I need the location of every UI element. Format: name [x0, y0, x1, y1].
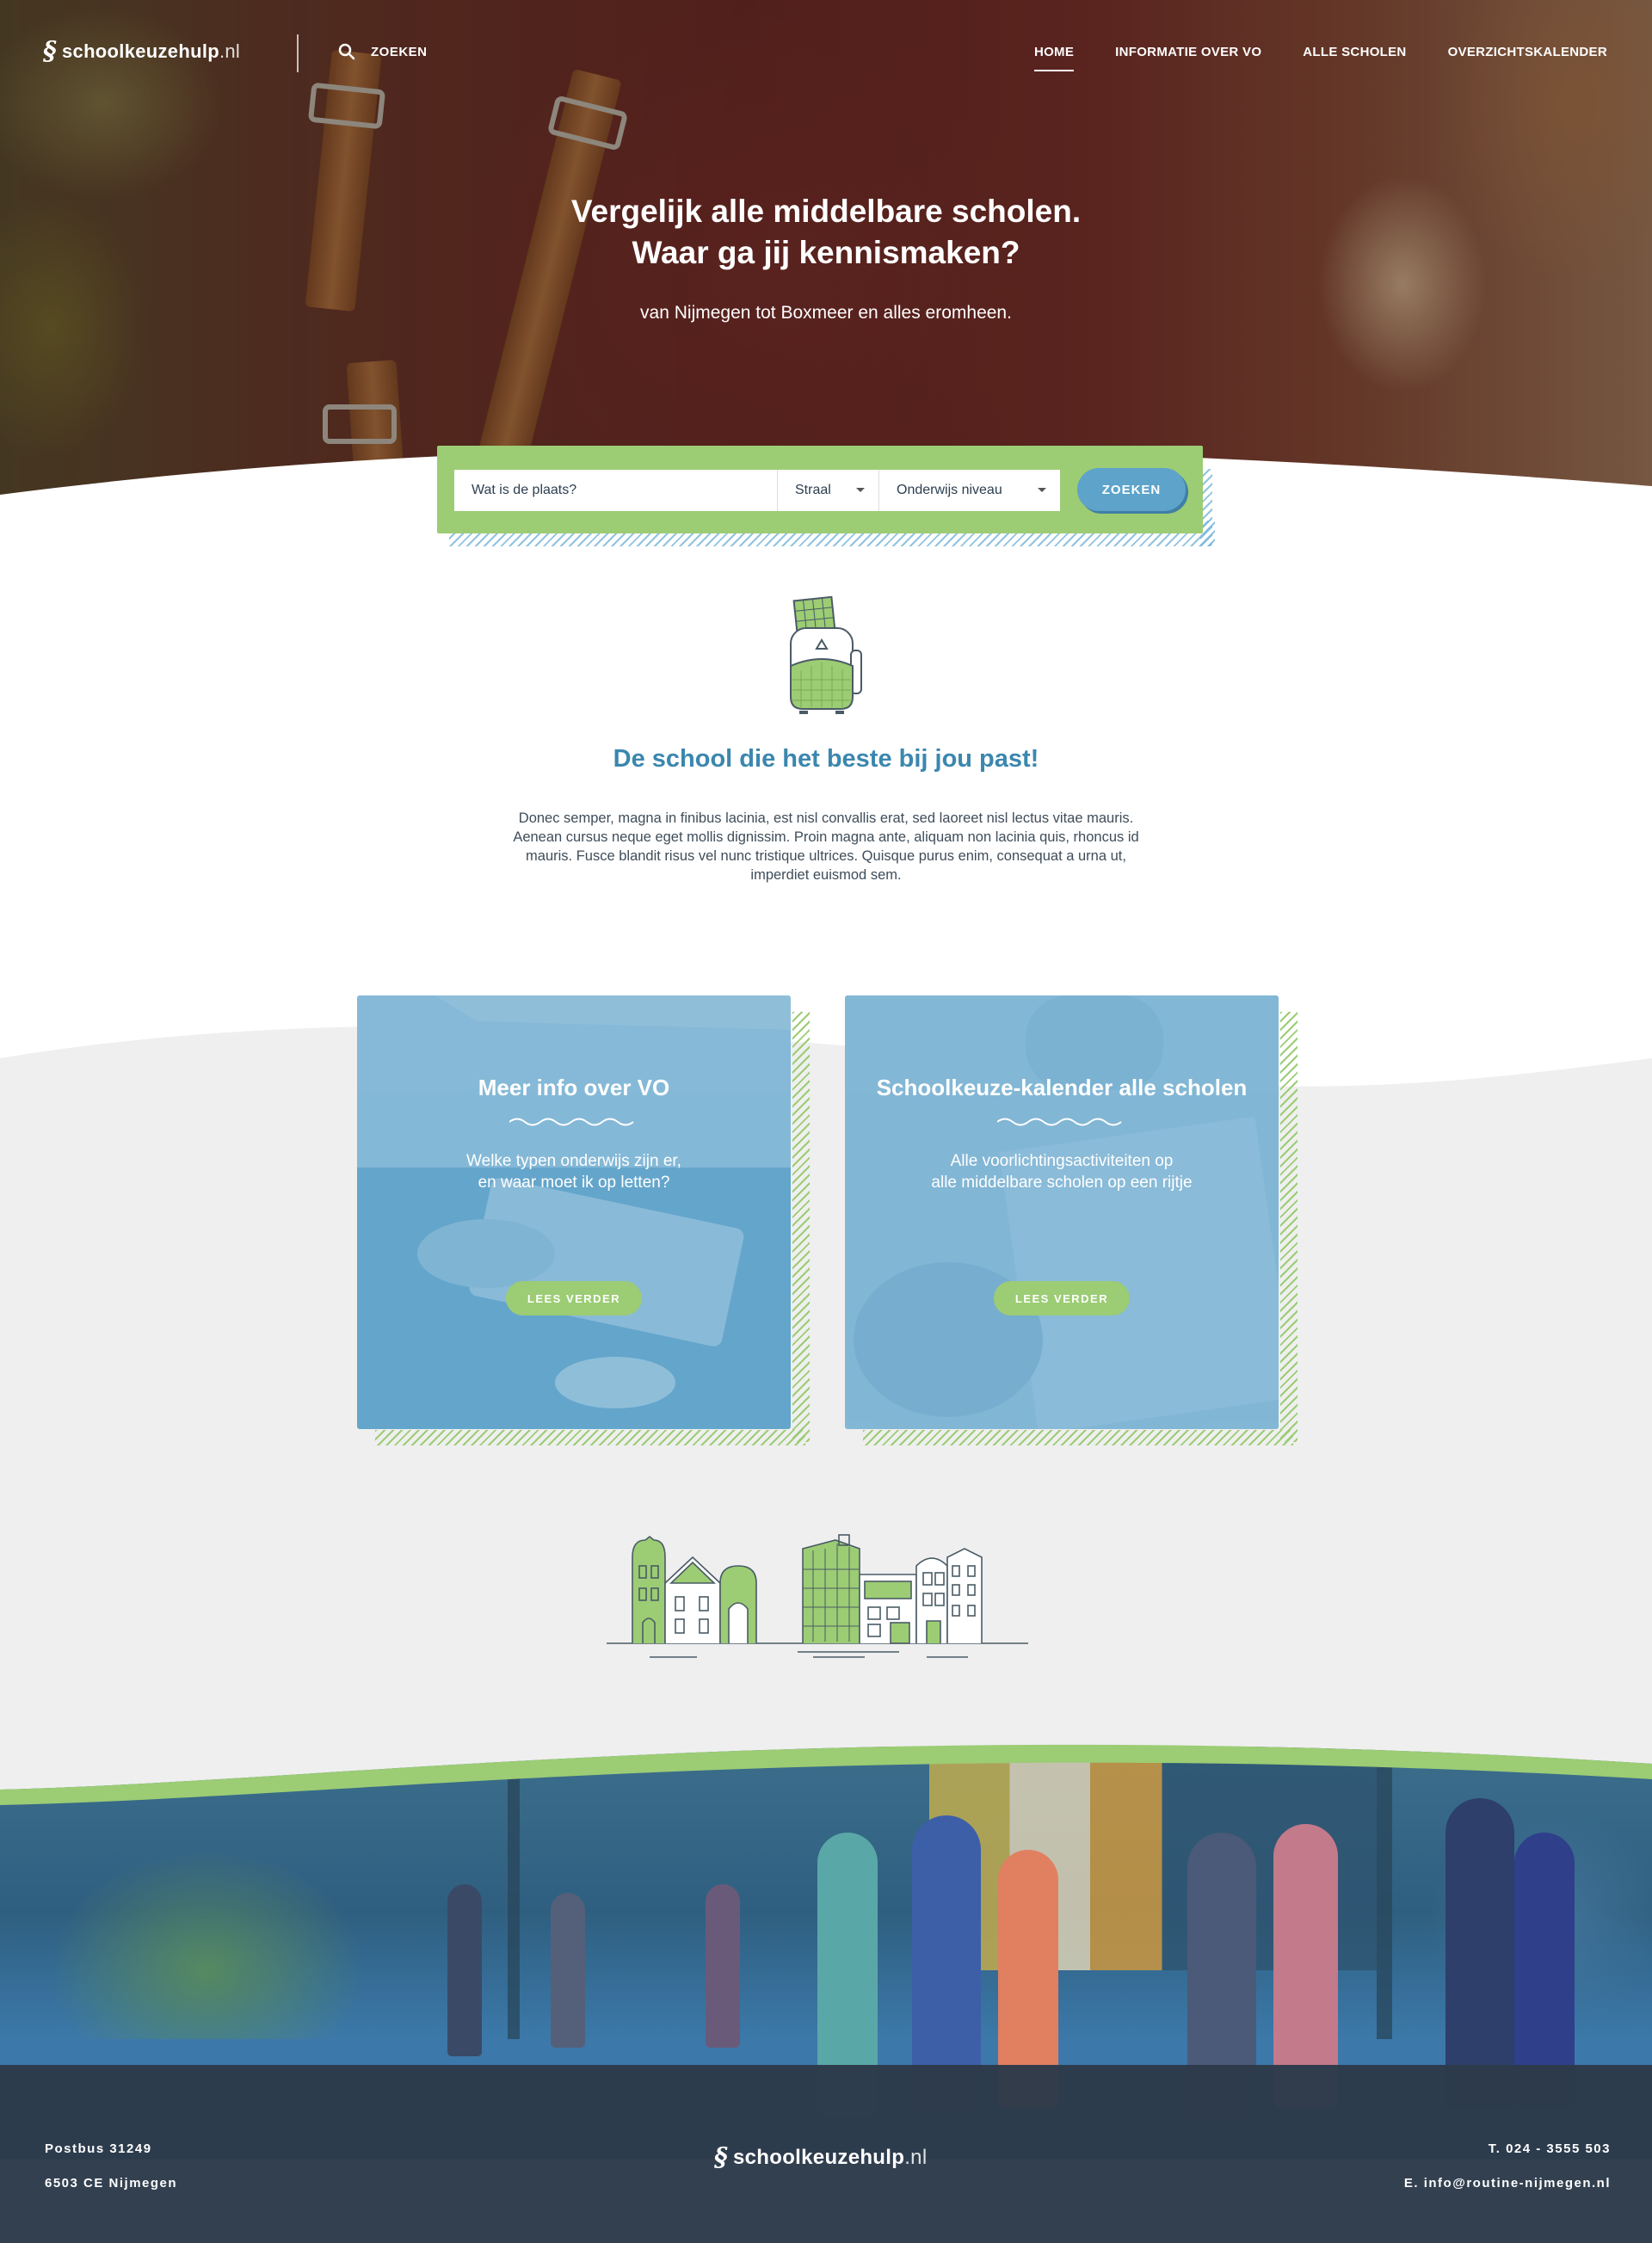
- wave-divider-icon: [997, 1118, 1122, 1126]
- logo-mark-icon: §: [43, 36, 57, 66]
- card-decoration: [1280, 1012, 1298, 1442]
- card-title: Meer info over VO: [478, 1075, 670, 1100]
- keyboard-photo: [357, 995, 791, 1408]
- hero-title: Vergelijk alle middelbare scholen. Waar …: [570, 194, 1082, 270]
- nav-divider: [297, 34, 299, 72]
- nav-link-informatie-over-vo[interactable]: INFORMATIE OVER VO: [1115, 45, 1261, 59]
- search-submit-button[interactable]: ZOEKEN: [1077, 468, 1186, 511]
- info-card-calendar[interactable]: Schoolkeuze-kalender alle scholen Alle v…: [845, 995, 1279, 1429]
- wave-divider-icon: [509, 1118, 634, 1126]
- search-icon: [338, 43, 355, 60]
- card-text: Alle voorlichtingsactiviteiten op alle m…: [931, 1152, 1193, 1192]
- radius-select[interactable]: Straal: [778, 470, 879, 511]
- nav-link-home[interactable]: HOME: [1033, 45, 1075, 71]
- hero-subtitle: van Nijmegen tot Boxmeer en alles eromhe…: [640, 303, 1012, 323]
- backpack-icon: [790, 595, 862, 714]
- footer-phone[interactable]: T. 024 - 3555 503: [1404, 2132, 1611, 2166]
- nav-search-button[interactable]: ZOEKEN: [338, 43, 428, 60]
- photo-wave: [0, 1729, 1652, 1805]
- footer-contact: T. 024 - 3555 503 E. info@routine-nijmeg…: [1404, 2132, 1611, 2201]
- intro-title: De school die het beste bij jou past!: [613, 745, 1039, 773]
- read-more-button[interactable]: LEES VERDER: [505, 1281, 643, 1316]
- main-navigation: HOME INFORMATIE OVER VO ALLE SCHOLEN OVE…: [993, 45, 1607, 71]
- footer-logo[interactable]: § schoolkeuzehulp .nl: [714, 2142, 927, 2172]
- nav-link-overzichtskalender[interactable]: OVERZICHTSKALENDER: [1448, 45, 1607, 59]
- nav-link-alle-scholen[interactable]: ALLE SCHOLEN: [1303, 45, 1406, 59]
- intro-text: Donec semper, magna in finibus lacinia, …: [513, 810, 1139, 883]
- card-text: Welke typen onderwijs zijn er, en waar m…: [466, 1152, 681, 1192]
- card-title: Schoolkeuze-kalender alle scholen: [876, 1075, 1248, 1100]
- site-logo[interactable]: § schoolkeuzehulp .nl: [43, 36, 240, 66]
- info-card-vo[interactable]: Meer info over VO Welke typen onderwijs …: [357, 995, 791, 1429]
- card-decoration: [863, 1430, 1293, 1445]
- read-more-button[interactable]: LEES VERDER: [993, 1281, 1131, 1316]
- houses-icon: [607, 1534, 1028, 1658]
- grey-section-background: [0, 1026, 1652, 1824]
- card-decoration: [375, 1430, 805, 1445]
- footer-address: Postbus 31249 6503 CE Nijmegen: [45, 2141, 178, 2191]
- education-level-select[interactable]: Onderwijs niveau: [879, 470, 1060, 511]
- card-decoration: [792, 1012, 810, 1442]
- chevron-down-icon: [856, 488, 865, 492]
- logo-mark-icon: §: [714, 2142, 728, 2172]
- writing-photo: [845, 995, 1279, 1429]
- chevron-down-icon: [1038, 488, 1046, 492]
- footer-email[interactable]: E. info@routine-nijmegen.nl: [1404, 2166, 1611, 2201]
- search-form: Wat is de plaats? Straal Onderwijs nivea…: [437, 446, 1203, 533]
- place-input[interactable]: Wat is de plaats?: [454, 470, 778, 511]
